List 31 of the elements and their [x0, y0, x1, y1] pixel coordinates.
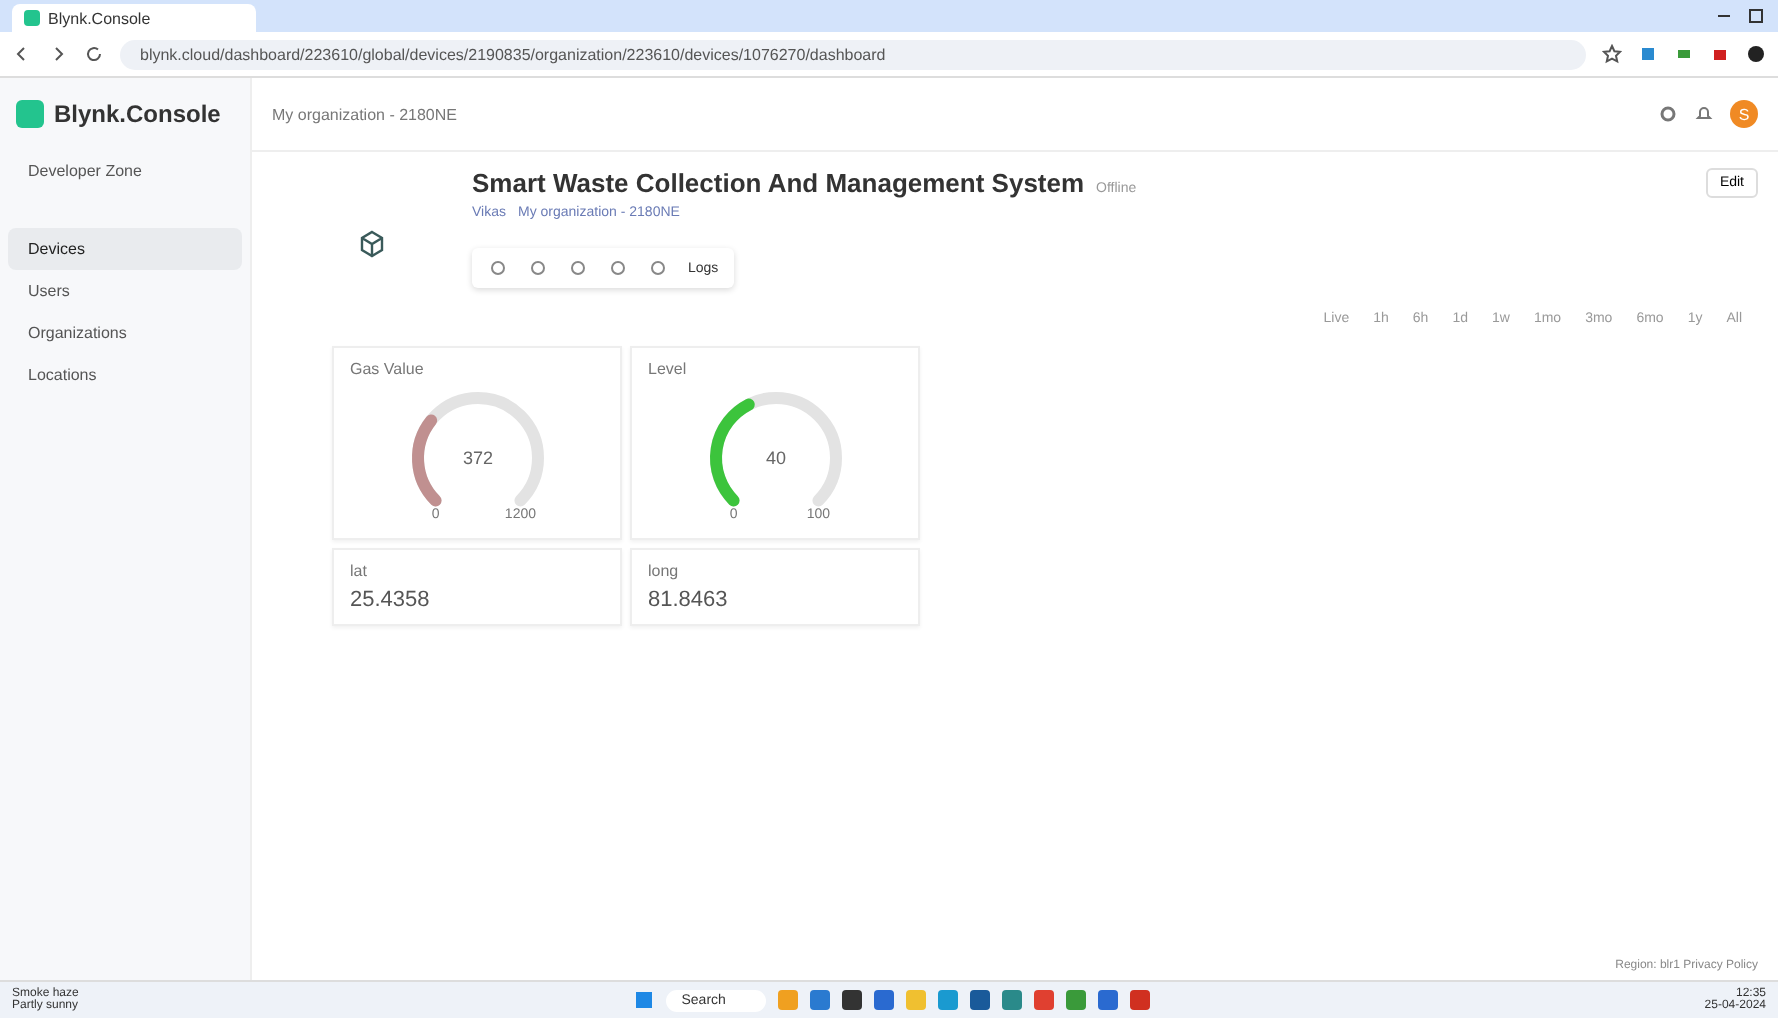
maximize-icon[interactable] — [1746, 6, 1766, 26]
gauge-value: 40 — [765, 448, 785, 468]
taskbar-app-icon[interactable] — [969, 990, 990, 1010]
sidebar-item[interactable]: Users — [8, 270, 242, 312]
windows-icon[interactable] — [633, 990, 654, 1010]
user-avatar[interactable]: S — [1730, 100, 1758, 128]
reload-icon[interactable] — [84, 44, 104, 64]
taskbar-app-icon[interactable] — [841, 990, 862, 1010]
widget-title: long — [648, 562, 681, 580]
brand-name: Blynk.Console — [54, 100, 221, 128]
gauge-track — [709, 392, 841, 507]
star-icon[interactable] — [1602, 44, 1622, 64]
sidebar-item[interactable]: Devices — [8, 228, 242, 270]
widget-title: Gas Value — [350, 360, 424, 378]
sidebar-item[interactable]: Organizations — [8, 312, 242, 354]
widget-title: Level — [648, 360, 687, 378]
widget-value: 25.4358 — [350, 588, 432, 612]
sidebar-item[interactable]: Locations — [8, 354, 242, 396]
bell-icon[interactable] — [1694, 104, 1714, 124]
sidebar-item[interactable]: Developer Zone — [8, 150, 242, 192]
widget-value: 81.8463 — [648, 588, 730, 612]
breadcrumb[interactable]: My organization - 2180NE — [272, 105, 457, 123]
tab-title: Blynk.Console — [48, 9, 151, 27]
gauge-track — [411, 392, 543, 507]
widget-title: lat — [350, 562, 369, 580]
device-title: Smart Waste Collection And Management System — [472, 168, 1085, 198]
browser-tab[interactable]: Blynk.Console — [12, 4, 256, 32]
cube-icon — [356, 228, 388, 260]
profile-icon[interactable] — [1746, 44, 1766, 64]
address-bar[interactable]: blynk.cloud/dashboard/223610/global/devices/2190835/organization/223610/devices/1076270/dashboard — [120, 39, 1586, 69]
gauge-value: 372 — [461, 448, 493, 468]
